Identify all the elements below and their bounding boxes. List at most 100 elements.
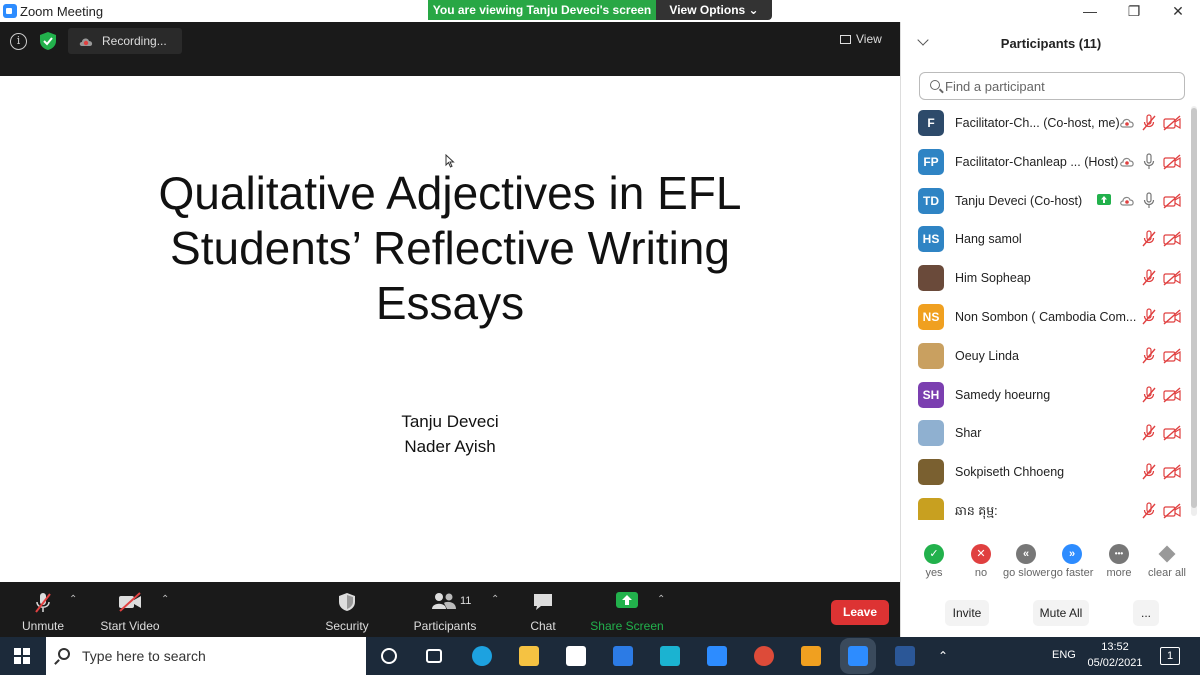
more-options-button[interactable]: ... (1133, 600, 1159, 626)
reaction-label: more (1106, 567, 1132, 579)
mail-icon[interactable] (613, 646, 633, 666)
security-shield-icon (339, 593, 355, 611)
clock-time[interactable]: 13:52 (1093, 641, 1137, 653)
avatar: TD (918, 187, 944, 214)
participant-name: Samedy hoeurng (955, 387, 1051, 402)
participant-row[interactable]: FP Facilitator-Chanleap ... (Host) (901, 147, 1191, 186)
notifications-icon[interactable]: 1 (1160, 647, 1180, 665)
video-off-icon (1163, 464, 1181, 480)
taskbar-search[interactable]: Type here to search (46, 637, 366, 675)
scrollbar-thumb[interactable] (1191, 108, 1197, 508)
participants-button[interactable]: Participants (412, 582, 478, 637)
zoom-active-icon[interactable] (848, 646, 868, 666)
muted-mic-icon (1142, 385, 1156, 403)
avatar (918, 459, 944, 486)
view-button[interactable]: View (840, 28, 892, 50)
word-icon[interactable] (895, 646, 915, 666)
go-slower-icon: « (1016, 544, 1036, 564)
video-off-icon (1163, 309, 1181, 325)
mute-all-button[interactable]: Mute All (1033, 600, 1089, 626)
video-options-caret[interactable]: ⌃ (161, 594, 169, 605)
grid-icon (840, 35, 851, 44)
participants-panel: Participants (11) F Facilitator-Ch... (Co… (900, 22, 1200, 637)
search-input[interactable] (945, 77, 1175, 96)
title-bar: Zoom Meeting You are viewing Tanju Devec… (0, 0, 1200, 22)
windows-taskbar: Type here to search ⌃ ENG 13:52 05/02/20… (0, 637, 1200, 675)
recording-label: Recording... (102, 34, 167, 48)
reaction-go-slower-button[interactable]: « go slower (1003, 540, 1050, 579)
cloud-recording-icon (79, 38, 93, 46)
participant-row[interactable]: Shar (901, 418, 1191, 457)
sharing-screen-icon (1097, 193, 1111, 205)
cloud-recording-icon (1120, 118, 1134, 128)
tray-chevron-icon[interactable]: ⌃ (938, 649, 948, 663)
slide-title-line: Students’ Reflective Writing (170, 222, 730, 274)
view-label: View (856, 32, 882, 46)
windows-start-icon[interactable] (14, 648, 30, 664)
restore-button[interactable]: ❐ (1112, 0, 1156, 22)
media-player-icon[interactable] (801, 646, 821, 666)
avatar: NS (918, 304, 944, 330)
yes-icon: ✓ (924, 544, 944, 564)
participant-list: F Facilitator-Ch... (Co-host, me) FP Facili… (901, 108, 1191, 520)
participant-row[interactable]: ឆាន គុម្ម: (901, 496, 1191, 520)
slide-author: Nader Ayish (404, 437, 496, 456)
participant-row[interactable]: SH Samedy hoeurng (901, 380, 1191, 419)
edge-icon[interactable] (472, 646, 492, 666)
window-title: Zoom Meeting (20, 4, 104, 19)
share-screen-button[interactable]: Share Screen (590, 582, 664, 637)
store-icon[interactable] (566, 646, 586, 666)
participant-row[interactable]: F Facilitator-Ch... (Co-host, me) (901, 108, 1191, 147)
participant-search[interactable] (919, 72, 1185, 100)
audio-options-caret[interactable]: ⌃ (69, 594, 77, 605)
muted-mic-icon (1142, 424, 1156, 441)
participants-options-caret[interactable]: ⌃ (491, 594, 499, 605)
avatar (918, 420, 944, 447)
participant-row[interactable]: Oeuy Linda (901, 341, 1191, 380)
reaction-clear-all-button[interactable]: clear all (1144, 540, 1190, 579)
reaction-label: clear all (1148, 567, 1186, 579)
chat-button[interactable]: Chat (520, 582, 566, 637)
avatar (918, 498, 944, 520)
cloud-recording-icon (1120, 196, 1134, 206)
participant-row[interactable]: TD Tanju Deveci (Co-host) (901, 186, 1191, 225)
minimize-button[interactable]: — (1068, 0, 1112, 22)
close-button[interactable]: ✕ (1156, 0, 1200, 22)
invite-button[interactable]: Invite (945, 600, 989, 626)
task-view-icon[interactable] (426, 649, 442, 663)
cortana-icon[interactable] (381, 648, 397, 664)
participants-count: 11 (460, 595, 472, 607)
info-icon[interactable]: i (10, 33, 27, 50)
video-off-icon (1163, 115, 1181, 131)
participant-row[interactable]: HS Hang samol (901, 224, 1191, 263)
chrome-icon[interactable] (754, 646, 774, 666)
video-off-icon (1163, 503, 1181, 519)
participant-row[interactable]: Sokpiseth Chhoeng (901, 457, 1191, 496)
clock-date[interactable]: 05/02/2021 (1080, 657, 1150, 669)
reaction-yes-button[interactable]: ✓ yes (911, 540, 957, 579)
reaction-no-button[interactable]: ✕ no (958, 540, 1004, 579)
video-off-icon (1163, 348, 1181, 364)
share-options-caret[interactable]: ⌃ (657, 594, 665, 605)
zoom-app-icon (3, 4, 17, 18)
start-video-button[interactable]: Start Video (96, 582, 164, 637)
zoom-taskbar-icon[interactable] (707, 646, 727, 666)
file-explorer-icon[interactable] (519, 646, 539, 666)
screen-share-banner: You are viewing Tanju Deveci's screen Vi… (428, 0, 772, 20)
view-options-button[interactable]: View Options ⌄ (656, 0, 772, 20)
participant-name: Facilitator-Ch... (Co-host, me) (955, 116, 1120, 130)
participant-list-scrollbar[interactable] (1191, 106, 1197, 516)
participant-row[interactable]: Him Sopheap (901, 263, 1191, 302)
security-button[interactable]: Security (320, 582, 374, 637)
l-app-icon[interactable] (660, 646, 680, 666)
language-indicator[interactable]: ENG (1052, 649, 1076, 661)
unmute-button[interactable]: Unmute (14, 582, 72, 637)
encryption-shield-icon[interactable] (38, 31, 58, 51)
leave-button[interactable]: Leave (831, 600, 889, 625)
recording-indicator[interactable]: Recording... (68, 28, 182, 54)
reaction-go-faster-button[interactable]: » go faster (1049, 540, 1095, 579)
slide-title: Qualitative Adjectives in EFL Students’ … (100, 166, 800, 331)
participant-row[interactable]: NS Non Sombon ( Cambodia Com... (901, 302, 1191, 341)
reaction-more-button[interactable]: ••• more (1096, 540, 1142, 579)
slide-title-line: Qualitative Adjectives in EFL (158, 167, 742, 219)
